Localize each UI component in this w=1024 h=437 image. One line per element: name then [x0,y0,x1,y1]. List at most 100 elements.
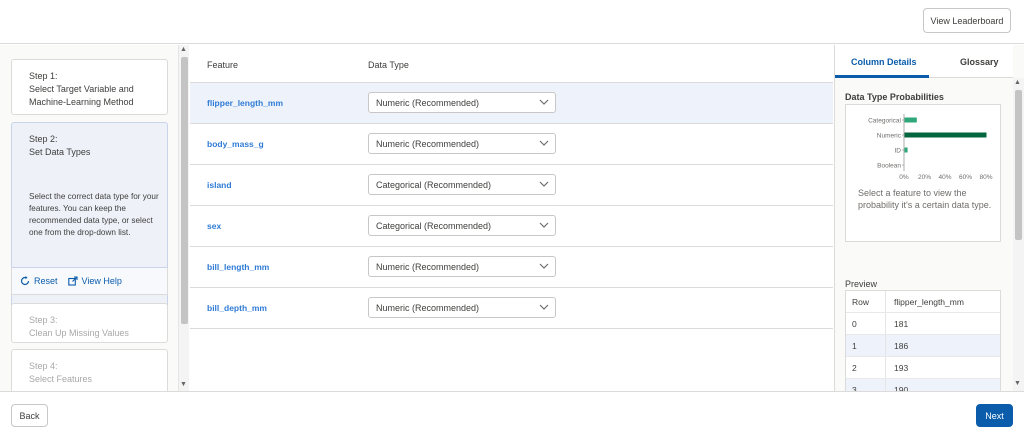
step-4-subtitle: Select Features [29,374,93,384]
table-row[interactable]: body_mass_g Numeric (Recommended) [190,124,833,165]
step-2-description: Select the correct data type for your fe… [29,192,159,237]
chart-category-label: Numeric [877,133,902,140]
details-scroll-down-icon[interactable]: ▼ [1014,380,1021,387]
steps-scrollbar[interactable]: ▲ ▼ [178,45,189,391]
data-type-select[interactable]: Categorical (Recommended) [368,215,556,236]
back-button[interactable]: Back [11,404,48,427]
data-type-select[interactable]: Numeric (Recommended) [368,92,556,113]
preview-row-value: 186 [894,340,909,351]
chevron-down-icon [539,181,549,187]
chart-bar [904,117,917,123]
chevron-down-icon [539,140,549,146]
data-type-value: Numeric (Recommended) [376,303,480,313]
chart-category-label: Categorical [868,118,901,125]
feature-name-link[interactable]: flipper_length_mm [207,98,283,108]
preview-title: Preview [845,279,878,289]
step-2-title: Step 2: [29,134,58,144]
preview-row-value: 181 [894,318,909,329]
table-row[interactable]: sex Categorical (Recommended) [190,206,833,247]
chart-x-tick-label: 80% [979,174,992,181]
chevron-down-icon [539,99,549,105]
data-type-select[interactable]: Numeric (Recommended) [368,133,556,154]
reset-link[interactable]: Reset [20,276,58,286]
chart-category-label: Boolean [877,163,901,170]
data-type-select[interactable]: Categorical (Recommended) [368,174,556,195]
data-type-select[interactable]: Numeric (Recommended) [368,297,556,318]
probabilities-note: Select a feature to view the probability… [858,188,992,210]
table-row[interactable]: island Categorical (Recommended) [190,165,833,206]
view-help-link[interactable]: View Help [67,276,122,286]
preview-row-index: 0 [846,313,886,334]
preview-row-index: 2 [846,357,886,378]
step-4-title: Step 4: [29,361,58,371]
preview-header-row-label: Row [846,291,886,312]
table-row[interactable]: bill_depth_mm Numeric (Recommended) [190,288,833,329]
view-help-label: View Help [81,276,122,286]
data-type-value: Numeric (Recommended) [376,139,480,149]
header-feature: Feature [207,60,239,70]
probabilities-card: Categorical Numeric ID Boolean 0% 20% 40% 60% 80… [845,104,1001,242]
step-3-card[interactable]: Step 3: Clean Up Missing Values [11,303,168,343]
probability-chart: Categorical Numeric ID Boolean 0% 20% 40% 60% 80… [868,114,993,181]
step-3-subtitle: Clean Up Missing Values [29,328,129,338]
scroll-up-arrow-icon[interactable]: ▲ [180,46,187,53]
header-data-type: Data Type [368,60,409,70]
external-link-icon [67,276,78,286]
steps-scroll-thumb[interactable] [181,57,188,324]
scroll-down-arrow-icon[interactable]: ▼ [180,381,187,388]
feature-name-link[interactable]: bill_length_mm [207,262,269,272]
reset-icon [20,276,30,286]
steps-panel: Step 1: Select Target Variable and Machi… [0,45,178,391]
step-3-title: Step 3: [29,315,58,325]
chart-x-tick-label: 40% [938,174,951,181]
preview-header-row: Row flipper_length_mm [846,291,1000,313]
step-1-title: Step 1: [29,71,58,81]
details-scrollbar[interactable]: ▲ ▼ [1013,78,1024,391]
details-scroll-thumb[interactable] [1015,90,1022,240]
chart-bar [904,147,908,153]
footer-bar: Back Next [0,391,1024,437]
reset-label: Reset [34,276,58,286]
chart-category-label: ID [895,148,902,155]
chart-x-tick-label: 20% [918,174,931,181]
feature-name-link[interactable]: sex [207,221,221,231]
tab-column-details[interactable]: Column Details [851,57,917,67]
chart-x-tick-label: 60% [959,174,972,181]
data-type-table: Feature Data Type flipper_length_mm Numer… [190,45,871,391]
step-4-card[interactable]: Step 4: Select Features [11,349,168,391]
tab-glossary[interactable]: Glossary [960,57,999,67]
step-2-actions: Reset View Help [11,267,168,295]
view-leaderboard-button[interactable]: View Leaderboard [923,8,1011,33]
feature-name-link[interactable]: island [207,180,232,190]
feature-name-link[interactable]: bill_depth_mm [207,303,267,313]
data-type-value: Categorical (Recommended) [376,221,492,231]
top-bar: View Leaderboard [0,0,1024,44]
data-type-value: Numeric (Recommended) [376,262,480,272]
active-tab-indicator [835,75,929,78]
probabilities-title: Data Type Probabilities [845,92,944,102]
details-panel: Column Details Glossary Data Type Probab… [834,45,1024,402]
chevron-down-icon [539,263,549,269]
feature-name-link[interactable]: body_mass_g [207,139,264,149]
preview-row: 1 186 [846,335,1000,357]
chart-bar [904,132,987,138]
chevron-down-icon [539,222,549,228]
chart-x-tick-label: 0% [899,174,909,181]
table-row[interactable]: bill_length_mm Numeric (Recommended) [190,247,833,288]
data-type-value: Numeric (Recommended) [376,98,480,108]
preview-row: 0 181 [846,313,1000,335]
preview-row-value: 193 [894,362,909,373]
data-type-select[interactable]: Numeric (Recommended) [368,256,556,277]
preview-row-index: 1 [846,335,886,356]
preview-row: 2 193 [846,357,1000,379]
step-1-subtitle: Select Target Variable and Machine-Learn… [29,84,134,107]
step-1-card[interactable]: Step 1: Select Target Variable and Machi… [11,59,168,115]
table-row[interactable]: flipper_length_mm Numeric (Recommended) [190,83,833,124]
data-type-value: Categorical (Recommended) [376,180,492,190]
details-tabs: Column Details Glossary [835,45,1013,78]
details-scroll-up-icon[interactable]: ▲ [1014,79,1021,86]
step-2-subtitle: Set Data Types [29,147,91,157]
chevron-down-icon [539,304,549,310]
next-button[interactable]: Next [976,404,1013,427]
preview-header-column: flipper_length_mm [894,296,964,307]
